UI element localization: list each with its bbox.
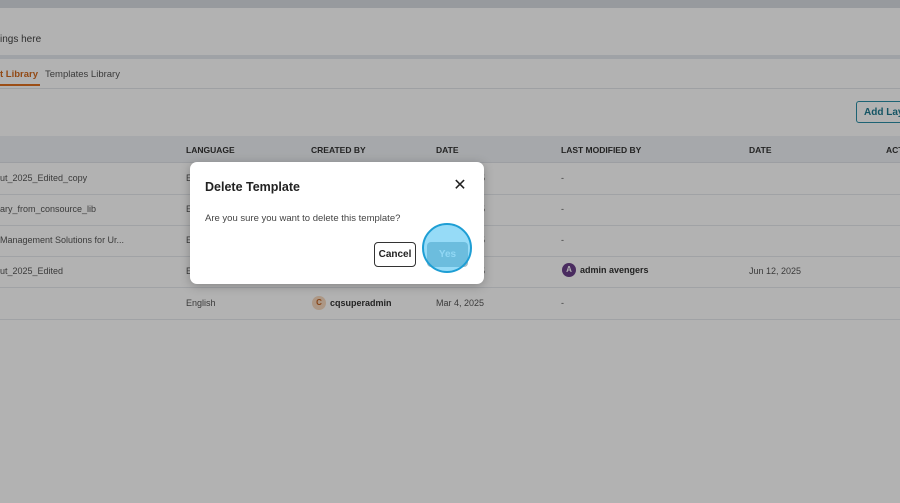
dialog-title: Delete Template: [205, 180, 300, 194]
dialog-message: Are you sure you want to delete this tem…: [205, 213, 401, 224]
cancel-button[interactable]: Cancel: [374, 242, 416, 267]
delete-template-dialog: Delete Template ✕ Are you sure you want …: [190, 162, 484, 284]
close-icon[interactable]: ✕: [452, 178, 468, 194]
confirm-yes-button[interactable]: Yes: [427, 242, 468, 267]
